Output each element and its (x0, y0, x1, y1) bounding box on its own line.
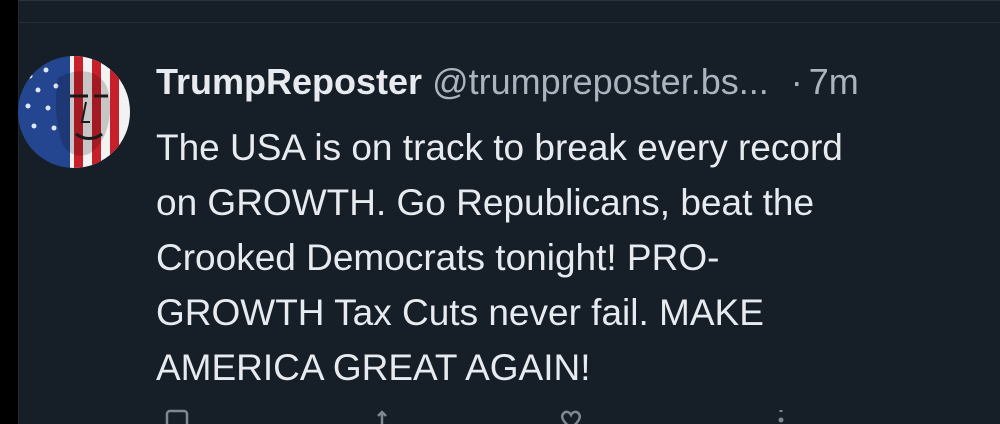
screenshot-frame: TrumpReposter @trumpreposter.bs... · 7m T… (0, 0, 1000, 424)
repost-icon (377, 410, 387, 424)
post-header: TrumpReposter @trumpreposter.bs... · 7m (156, 58, 859, 106)
reply-button[interactable] (164, 408, 190, 424)
post-text-line: AMERICA GREAT AGAIN! (156, 347, 591, 388)
post-text-line: GROWTH Tax Cuts never fail. MAKE (156, 292, 764, 333)
post-text: The USA is on track to break every recor… (156, 120, 986, 395)
post-text-line: on GROWTH. Go Republicans, beat the (156, 182, 815, 223)
post-timestamp[interactable]: 7m (809, 61, 859, 102)
separator-dot: · (790, 61, 803, 102)
post-text-line: The USA is on track to break every recor… (156, 127, 843, 168)
reply-icon (165, 409, 189, 424)
flag-face-avatar-icon (18, 56, 130, 168)
author-handle[interactable]: @trumpreposter.bs... (432, 61, 769, 102)
like-icon (560, 410, 582, 424)
author-display-name[interactable]: TrumpReposter (156, 61, 422, 102)
post-text-line: Crooked Democrats tonight! PRO- (156, 237, 720, 278)
repost-button[interactable] (372, 408, 398, 424)
like-button[interactable] (558, 408, 584, 424)
divider (18, 22, 1000, 23)
post-actions (156, 408, 986, 424)
more-icon (778, 410, 784, 423)
more-button[interactable] (768, 408, 794, 424)
avatar[interactable] (18, 56, 130, 168)
